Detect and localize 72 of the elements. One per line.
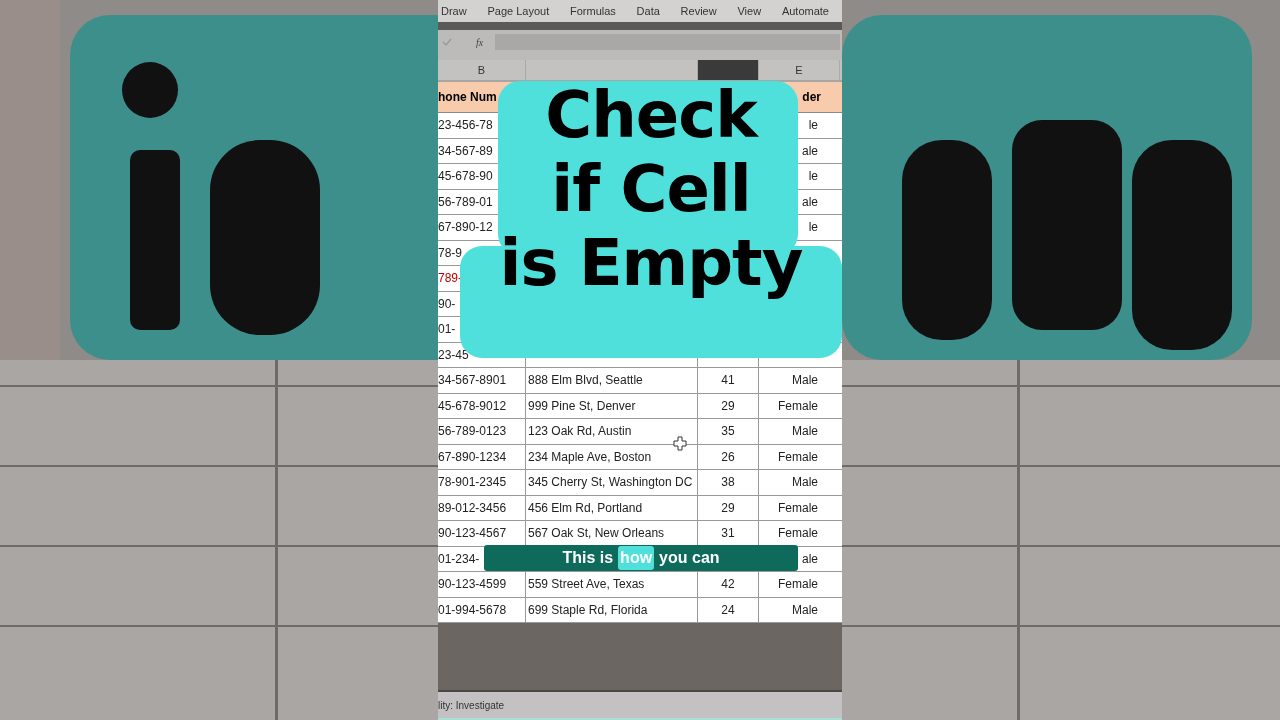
- table-cell-text: le: [808, 219, 818, 237]
- table-cell-text: 90-123-4599: [438, 576, 507, 594]
- table-cell-text: 345 Cherry St, Washington DC: [528, 474, 693, 492]
- table-cell-text: 45-678-9012: [438, 397, 507, 415]
- ribbon-tab[interactable]: Draw: [440, 2, 468, 20]
- table-cell-text: le: [808, 117, 818, 135]
- table-cell-text: 67-890-1234: [438, 448, 507, 466]
- table-cell-text: 01-994-5678: [438, 601, 507, 619]
- table-cell-text: 23-456-78: [438, 117, 493, 135]
- table-cell-text: 56-789-0123: [438, 423, 507, 441]
- table-cell-text: 45-678-90: [438, 168, 493, 186]
- table-cell-text: 23-45: [438, 346, 469, 364]
- table-cell-text: 29: [721, 499, 735, 517]
- table-cell-text: Male: [792, 423, 818, 441]
- table-cell-text: 559 Street Ave, Texas: [528, 576, 645, 594]
- table-cell-text: ale: [802, 550, 818, 568]
- table-cell-text: 90-: [438, 295, 456, 313]
- table-cell-text: 35: [721, 423, 735, 441]
- table-cell-text: 78-901-2345: [438, 474, 507, 492]
- ribbon-tab[interactable]: Review: [679, 2, 718, 20]
- title-text: if Cell: [551, 152, 751, 226]
- ribbon-tab[interactable]: View: [736, 2, 763, 20]
- table-cell-text: ale: [802, 193, 818, 211]
- table-cell-text: 78-9: [438, 244, 463, 262]
- table-cell-text: 999 Pine St, Denver: [528, 397, 636, 415]
- table-cell-text: 41: [721, 372, 735, 390]
- table-cell-text: 699 Staple Rd, Florida: [528, 601, 648, 619]
- table-cell-text: le: [808, 168, 818, 186]
- table-cell-text: 01-: [438, 321, 456, 339]
- checkmark-icon[interactable]: [442, 37, 452, 47]
- table-cell-text: 42: [721, 576, 735, 594]
- table-cell-text: 29: [721, 397, 735, 415]
- table-cell-text: 89-012-3456: [438, 499, 507, 517]
- table-cell-text: Male: [792, 601, 818, 619]
- table-cell-text: 34-567-89: [438, 142, 493, 160]
- table-cell-text: 67-890-12: [438, 219, 493, 237]
- function-label[interactable]: fx: [476, 34, 484, 50]
- table-cell-text: Female: [778, 525, 818, 543]
- header-cell-text: der: [802, 89, 821, 106]
- table-cell-text: 234 Maple Ave, Boston: [528, 448, 652, 466]
- table-cell-text: 789-: [438, 270, 463, 288]
- table-cell-text: 24: [721, 601, 735, 619]
- table-cell-text: 38: [721, 474, 735, 492]
- table-cell-text: Female: [778, 397, 818, 415]
- table-cell-text: 888 Elm Blvd, Seattle: [528, 372, 643, 390]
- table-cell-text: 567 Oak St, New Orleans: [528, 525, 665, 543]
- table-cell-text: ale: [802, 142, 818, 160]
- ribbon-tab[interactable]: Automate: [780, 2, 830, 20]
- title-text: is Empty: [499, 226, 803, 300]
- ribbon-tab[interactable]: Formulas: [569, 2, 617, 20]
- formula-input[interactable]: [495, 34, 841, 50]
- table-cell-text: 01-234-: [438, 550, 480, 568]
- table-cell-text: 56-789-01: [438, 193, 493, 211]
- table-cell-text: Female: [778, 448, 818, 466]
- cursor-icon: [673, 436, 687, 451]
- column-header[interactable]: [698, 60, 759, 80]
- table-cell-text: Female: [778, 576, 818, 594]
- table-cell-text: Male: [792, 372, 818, 390]
- table-cell-text: Female: [778, 499, 818, 517]
- table-cell-text: 90-123-4567: [438, 525, 507, 543]
- caption: This is how you can: [484, 545, 798, 571]
- table-cell-text: 34-567-8901: [438, 372, 507, 390]
- ribbon-tab[interactable]: Page Layout: [486, 2, 551, 20]
- header-cell-text: hone Num: [438, 89, 497, 106]
- title-text: Check: [545, 78, 757, 152]
- table-cell-text: 456 Elm Rd, Portland: [528, 499, 643, 517]
- table-cell-text: 31: [721, 525, 735, 543]
- ribbon-tab[interactable]: Data: [635, 2, 661, 20]
- table-cell-text: 123 Oak Rd, Austin: [528, 423, 632, 441]
- table-cell-text: 26: [721, 448, 735, 466]
- table-cell-text: Male: [792, 474, 818, 492]
- status-text: lity: Investigate: [438, 698, 505, 713]
